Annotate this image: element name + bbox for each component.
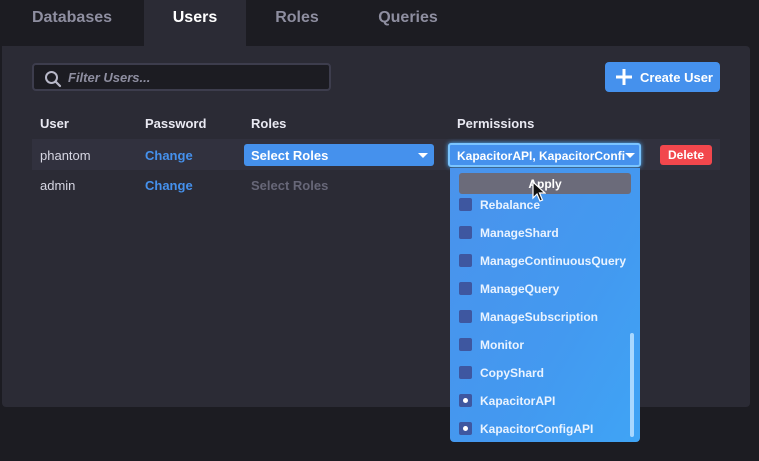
tab-bar: Databases Users Roles Queries: [0, 0, 759, 46]
column-header-permissions: Permissions: [457, 116, 535, 131]
plus-icon: [616, 69, 632, 85]
column-header-roles: Roles: [251, 116, 287, 131]
change-password-link[interactable]: Change: [145, 148, 193, 163]
permission-option-kapacitorconfigapi[interactable]: KapacitorConfigAPI: [450, 418, 630, 440]
permission-option-managesubscription[interactable]: ManageSubscription: [450, 306, 630, 328]
checkbox-icon: [459, 254, 472, 267]
column-header-user: User: [40, 116, 69, 131]
user-name: admin: [40, 178, 76, 193]
permission-label: ManageContinuousQuery: [480, 254, 627, 268]
menu-scrollbar[interactable]: [630, 333, 634, 437]
search-icon: [45, 71, 62, 88]
permission-option-copyshard[interactable]: CopyShard: [450, 362, 630, 384]
filter-users-search[interactable]: [32, 63, 331, 91]
checkbox-icon: [459, 282, 472, 295]
caret-down-icon: [418, 153, 428, 158]
permission-label: CopyShard: [480, 366, 545, 380]
checkbox-icon: [459, 198, 472, 211]
mouse-cursor-icon: [532, 181, 546, 202]
checkbox-checked-icon: [459, 394, 472, 407]
permission-option-manageshard[interactable]: ManageShard: [450, 222, 630, 244]
checkbox-icon: [459, 226, 472, 239]
tab-databases[interactable]: Databases: [0, 0, 144, 46]
permission-label: ManageSubscription: [480, 310, 599, 324]
tab-users[interactable]: Users: [144, 0, 246, 46]
checkbox-icon: [459, 310, 472, 323]
delete-user-button[interactable]: Delete: [660, 145, 712, 165]
user-name: phantom: [40, 148, 91, 163]
create-user-button[interactable]: Create User: [605, 62, 720, 92]
roles-select-text[interactable]: Select Roles: [251, 178, 328, 193]
change-password-link[interactable]: Change: [145, 178, 193, 193]
permission-label: ManageQuery: [480, 282, 560, 296]
permission-option-kapacitorapi[interactable]: KapacitorAPI: [450, 390, 630, 412]
caret-down-icon: [625, 153, 635, 158]
permissions-dropdown[interactable]: KapacitorAPI, KapacitorConfigAPI: [448, 143, 641, 167]
checkbox-icon: [459, 338, 472, 351]
checkbox-icon: [459, 366, 472, 379]
tab-queries[interactable]: Queries: [348, 0, 468, 46]
checkbox-checked-icon: [459, 422, 472, 435]
roles-dropdown-label: Select Roles: [251, 148, 329, 163]
permissions-dropdown-label: KapacitorAPI, KapacitorConfigAPI: [457, 149, 625, 163]
filter-users-input[interactable]: [68, 65, 323, 89]
column-header-password: Password: [145, 116, 207, 131]
tab-roles[interactable]: Roles: [246, 0, 348, 46]
permission-option-managecontinuousquery[interactable]: ManageContinuousQuery: [450, 250, 630, 272]
permission-option-managequery[interactable]: ManageQuery: [450, 278, 630, 300]
permission-option-monitor[interactable]: Monitor: [450, 334, 630, 356]
permission-label: KapacitorAPI: [480, 394, 556, 408]
permission-label: KapacitorConfigAPI: [480, 422, 594, 436]
create-user-label: Create User: [640, 70, 713, 85]
permission-label: ManageShard: [480, 226, 559, 240]
permission-label: Monitor: [480, 338, 524, 352]
roles-dropdown[interactable]: Select Roles: [244, 144, 434, 166]
permissions-menu: Apply Rebalance ManageShard ManageContin…: [450, 168, 640, 442]
